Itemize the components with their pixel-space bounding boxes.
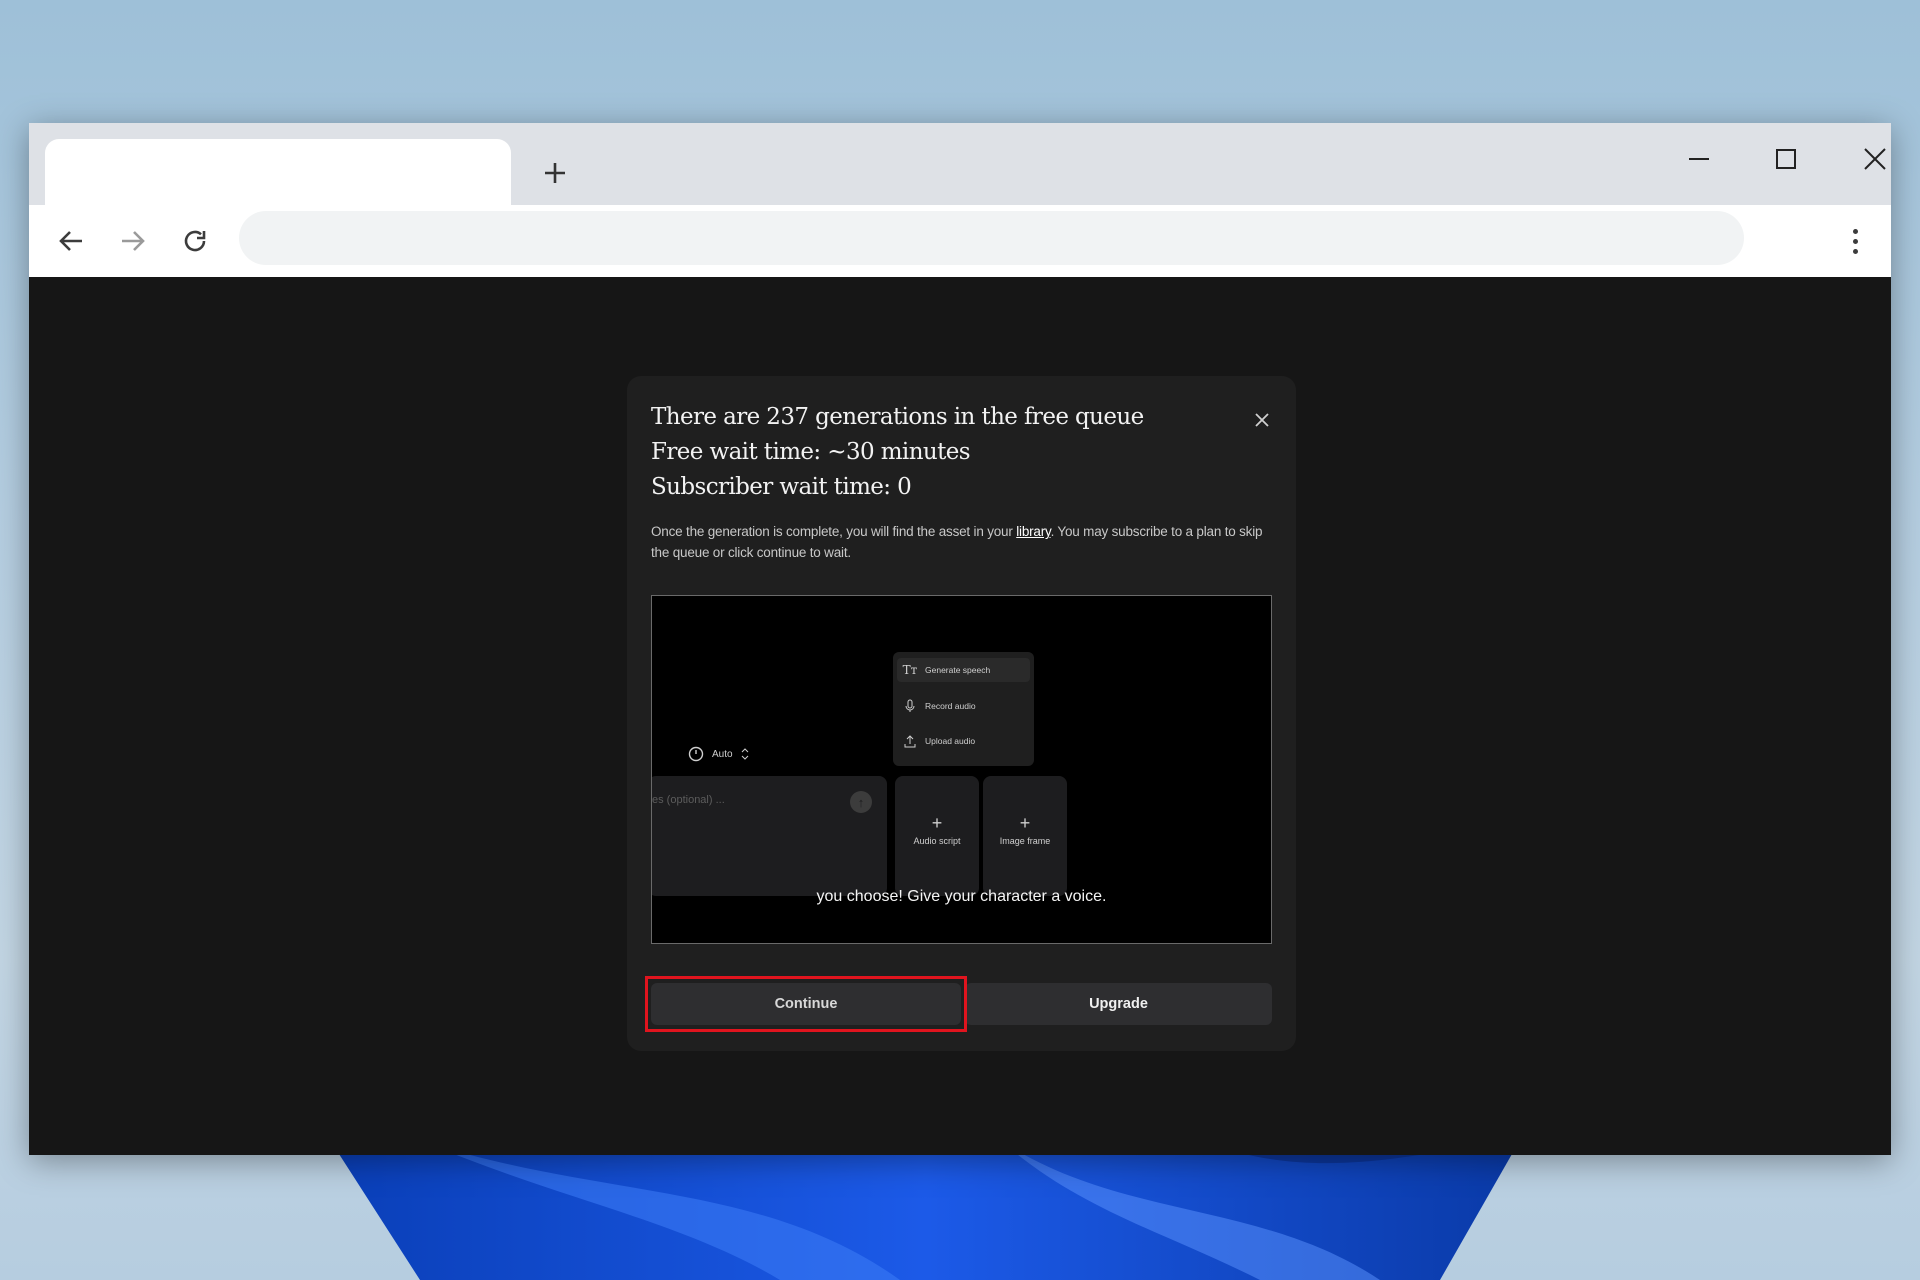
preview-card-image-frame: + Image frame bbox=[983, 776, 1067, 896]
arrow-right-icon bbox=[122, 231, 145, 251]
new-tab-button[interactable] bbox=[535, 153, 575, 193]
free-wait-line: Free wait time: ~30 minutes bbox=[651, 439, 971, 465]
preview-prompt-input: es (optional) ... ↑ bbox=[652, 776, 887, 896]
kebab-menu-icon bbox=[1852, 228, 1858, 234]
preview-auto-selector: Auto bbox=[688, 746, 749, 762]
preview-menu-item: Record audio bbox=[903, 694, 976, 718]
continue-button[interactable]: Continue bbox=[651, 983, 961, 1025]
upgrade-button[interactable]: Upgrade bbox=[965, 983, 1272, 1025]
preview-menu-item: Upload audio bbox=[903, 729, 975, 753]
preview-input-placeholder: es (optional) ... bbox=[652, 794, 725, 806]
back-button[interactable] bbox=[51, 221, 91, 261]
browser-menu-button[interactable] bbox=[1843, 221, 1867, 261]
description-text-before: Once the generation is complete, you wil… bbox=[651, 524, 1017, 539]
preview-menu-item: Tт Generate speech bbox=[897, 658, 1030, 682]
dialog-title: There are 237 generations in the free qu… bbox=[651, 400, 1211, 505]
arrow-left-icon bbox=[59, 231, 82, 251]
address-bar[interactable] bbox=[239, 211, 1744, 265]
maximize-button[interactable] bbox=[1756, 139, 1816, 179]
minimize-icon bbox=[1689, 158, 1709, 160]
desktop-wallpaper bbox=[0, 1140, 1920, 1280]
plus-icon bbox=[545, 163, 565, 183]
queue-count-line: There are 237 generations in the free qu… bbox=[651, 404, 1144, 430]
plus-icon: + bbox=[1019, 813, 1031, 833]
tab-strip bbox=[29, 123, 1891, 205]
preview-menu-label: Record audio bbox=[925, 701, 976, 711]
reload-button[interactable] bbox=[175, 221, 215, 261]
chevron-updown-icon bbox=[741, 748, 748, 760]
preview-menu-label: Upload audio bbox=[925, 736, 976, 746]
dialog-description: Once the generation is complete, you wil… bbox=[651, 521, 1271, 563]
clock-icon bbox=[688, 746, 704, 762]
library-link[interactable]: library bbox=[1016, 524, 1051, 539]
dialog-close-button[interactable] bbox=[1252, 410, 1272, 430]
video-caption: you choose! Give your character a voice. bbox=[816, 888, 1107, 905]
page-content: There are 237 generations in the free qu… bbox=[29, 277, 1891, 1155]
preview-dropdown-menu: Tт Generate speech Record audio Upload a… bbox=[893, 652, 1034, 766]
preview-card-audio-script: + Audio script bbox=[895, 776, 979, 896]
text-icon: Tт bbox=[902, 663, 918, 677]
preview-menu-label: Generate speech bbox=[925, 665, 991, 675]
reload-icon bbox=[184, 230, 206, 252]
browser-toolbar bbox=[29, 205, 1891, 277]
queue-dialog: There are 237 generations in the free qu… bbox=[627, 376, 1296, 1051]
minimize-button[interactable] bbox=[1669, 139, 1729, 179]
browser-window: There are 237 generations in the free qu… bbox=[29, 123, 1891, 1155]
upload-icon bbox=[903, 734, 917, 748]
browser-tab[interactable] bbox=[45, 139, 511, 205]
preview-auto-label: Auto bbox=[712, 748, 733, 760]
plus-icon: + bbox=[931, 813, 943, 833]
preview-card-label: Image frame bbox=[999, 836, 1051, 846]
close-icon bbox=[1255, 413, 1269, 427]
forward-button[interactable] bbox=[113, 221, 153, 261]
close-window-button[interactable] bbox=[1845, 139, 1905, 179]
tutorial-video-preview[interactable]: Tт Generate speech Record audio Upload a… bbox=[651, 595, 1272, 944]
preview-card-label: Audio script bbox=[913, 836, 961, 846]
maximize-icon bbox=[1776, 149, 1796, 169]
arrow-up-icon: ↑ bbox=[850, 791, 872, 813]
subscriber-wait-line: Subscriber wait time: 0 bbox=[651, 474, 912, 500]
microphone-icon bbox=[903, 699, 917, 713]
close-icon bbox=[1864, 148, 1886, 170]
